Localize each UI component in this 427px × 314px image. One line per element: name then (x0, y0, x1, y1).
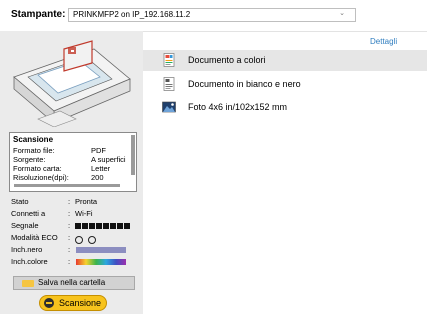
signal-bar (103, 223, 109, 229)
signal-bar (96, 223, 102, 229)
paper-size-value: Letter (91, 164, 111, 173)
printer-select-value: PRINKMFP2 on IP_192.168.11.2 (73, 10, 191, 19)
scan-type-label: Documento in bianco e nero (188, 79, 301, 89)
details-link[interactable]: Dettagli (370, 37, 397, 46)
bw-document-icon (163, 77, 175, 91)
scan-settings-title: Scansione (13, 135, 54, 144)
printer-bar: Stampante: PRINKMFP2 on IP_192.168.11.2 … (0, 0, 427, 32)
scanner-icon (13, 40, 131, 127)
black-ink-level-bar (76, 247, 126, 253)
scan-icon (44, 298, 54, 308)
color-ink-label: Inch.colore (11, 257, 48, 266)
status-value: Pronta (75, 197, 98, 206)
scan-type-label: Documento a colori (188, 55, 266, 65)
signal-bar (117, 223, 123, 229)
status-colon: : (68, 197, 71, 206)
connection-label: Connetti a (11, 209, 46, 218)
horizontal-scrollbar[interactable] (14, 184, 120, 187)
resolution-value: 200 (91, 173, 104, 182)
printer-select[interactable]: PRINKMFP2 on IP_192.168.11.2 ⌄ (68, 8, 356, 22)
file-format-label: Formato file: (13, 146, 55, 155)
photo-icon (162, 101, 176, 113)
signal-bar (89, 223, 95, 229)
eco-mode-label: Modalità ECO (11, 233, 58, 242)
scan-settings-box[interactable]: Scansione Formato file: PDF Sorgente: A … (9, 132, 137, 192)
chevron-down-icon: ⌄ (339, 10, 345, 17)
scan-type-color-document[interactable]: Documento a colori (143, 50, 427, 71)
color-document-icon (163, 53, 175, 67)
connection-colon: : (68, 209, 71, 218)
signal-bar (82, 223, 88, 229)
signal-colon: : (68, 221, 71, 230)
eco-radio-off[interactable] (88, 236, 96, 244)
color-ink-colon: : (68, 257, 71, 266)
signal-bar (110, 223, 116, 229)
file-format-value: PDF (91, 146, 106, 155)
connection-value: Wi-Fi (75, 209, 93, 218)
save-to-folder-label: Salva nella cartella (38, 278, 106, 287)
paper-size-label: Formato carta: (13, 164, 62, 173)
left-panel: Scansione Formato file: PDF Sorgente: A … (0, 31, 143, 314)
scan-type-photo[interactable]: Foto 4x6 in/102x152 mm (143, 97, 427, 118)
eco-radio-on[interactable] (75, 236, 83, 244)
scan-button-label: Scansione (59, 298, 102, 308)
scan-button[interactable]: Scansione (39, 295, 107, 311)
color-ink-level-bar (76, 259, 126, 265)
source-value: A superfici (91, 155, 126, 164)
source-label: Sorgente: (13, 155, 46, 164)
signal-bar (75, 223, 81, 229)
eco-colon: : (68, 233, 71, 242)
black-ink-label: Inch.nero (11, 245, 43, 254)
vertical-scrollbar[interactable] (131, 135, 135, 175)
signal-bar (124, 223, 130, 229)
signal-label: Segnale (11, 221, 39, 230)
printer-label: Stampante: (11, 9, 66, 20)
signal-strength-icon (75, 223, 135, 229)
status-label: Stato (11, 197, 29, 206)
black-ink-colon: : (68, 245, 71, 254)
resolution-label: Risoluzione(dpi): (13, 173, 69, 182)
scan-type-label: Foto 4x6 in/102x152 mm (188, 102, 288, 112)
save-to-folder-button[interactable]: Salva nella cartella (13, 276, 135, 290)
folder-icon (22, 280, 34, 287)
scan-type-bw-document[interactable]: Documento in bianco e nero (143, 74, 427, 95)
